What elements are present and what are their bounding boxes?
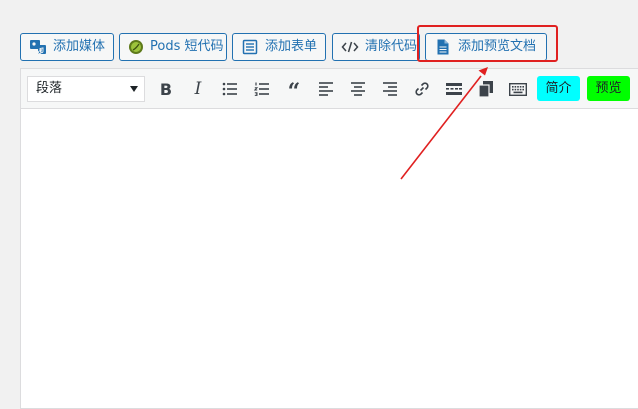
intro-button[interactable]: 简介	[537, 76, 580, 101]
bullet-list-icon	[222, 82, 237, 96]
bullet-list-button[interactable]	[218, 77, 242, 101]
format-select-value: 段落	[36, 81, 63, 96]
pods-shortcode-button[interactable]: Pods 短代码	[119, 33, 227, 61]
align-center-button[interactable]	[346, 77, 370, 101]
clean-code-label: 清除代码	[365, 39, 418, 54]
editor-content-area[interactable]	[21, 109, 638, 408]
intro-label: 简介	[545, 81, 572, 96]
quote-icon: “	[287, 79, 301, 105]
align-right-button[interactable]	[378, 77, 402, 101]
keyboard-icon	[509, 82, 527, 96]
editor: 段落 B I “ 简介 预览	[20, 68, 638, 409]
code-icon	[341, 38, 359, 56]
read-more-icon	[446, 83, 462, 95]
bold-label: B	[159, 79, 173, 99]
read-more-button[interactable]	[442, 77, 466, 101]
chevron-down-icon	[130, 86, 138, 92]
preview-label: 预览	[595, 81, 622, 96]
add-preview-doc-label: 添加预览文档	[458, 39, 537, 54]
align-right-icon	[382, 82, 397, 96]
numbered-list-button[interactable]	[250, 77, 274, 101]
format-select[interactable]: 段落	[27, 76, 145, 102]
align-center-icon	[350, 82, 365, 96]
copy-button[interactable]	[474, 77, 498, 101]
blockquote-button[interactable]: “	[282, 77, 306, 105]
media-icon	[29, 38, 47, 56]
add-media-label: 添加媒体	[53, 39, 106, 54]
link-icon	[415, 82, 429, 96]
insert-link-button[interactable]	[410, 77, 434, 101]
preview-button[interactable]: 预览	[587, 76, 630, 101]
toolbar-toggle-button[interactable]	[506, 77, 530, 101]
form-icon	[241, 38, 259, 56]
pods-shortcode-label: Pods 短代码	[150, 39, 224, 54]
bold-button[interactable]: B	[154, 77, 178, 101]
add-media-button[interactable]: 添加媒体	[20, 33, 114, 61]
copy-icon	[479, 81, 493, 97]
italic-button[interactable]: I	[186, 77, 210, 101]
add-form-label: 添加表单	[264, 39, 317, 54]
clean-code-button[interactable]: 清除代码	[332, 33, 420, 61]
add-form-button[interactable]: 添加表单	[232, 33, 326, 61]
pods-icon	[128, 38, 144, 56]
align-left-button[interactable]	[314, 77, 338, 101]
document-icon	[434, 38, 452, 56]
align-left-icon	[318, 82, 333, 96]
add-preview-doc-button[interactable]: 添加预览文档	[425, 33, 547, 61]
numbered-list-icon	[254, 82, 269, 96]
editor-toolbar: 段落 B I “ 简介 预览	[21, 69, 638, 109]
italic-label: I	[194, 79, 202, 99]
